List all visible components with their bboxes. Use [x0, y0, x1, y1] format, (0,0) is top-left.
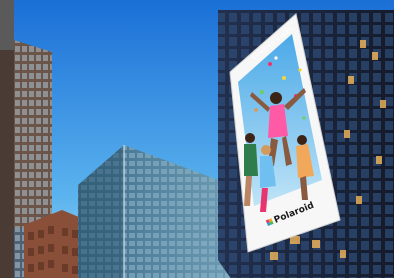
city-billboard-photo: SUMMER VIBES Polaroid	[0, 0, 402, 280]
photo-corner-tab	[0, 0, 14, 50]
photo-right-margin	[394, 0, 402, 280]
scene-illustration: SUMMER VIBES Polaroid	[0, 0, 402, 280]
